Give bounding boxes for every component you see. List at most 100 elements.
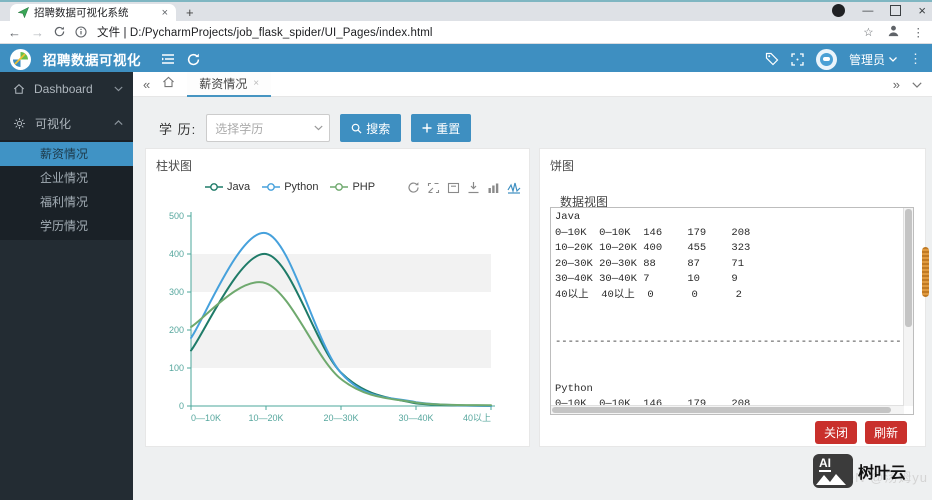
- svg-text:30—40K: 30—40K: [398, 413, 433, 423]
- legend-label: Python: [284, 181, 319, 193]
- dataview-refresh-button[interactable]: 刷新: [864, 421, 907, 444]
- search-button-label: 搜索: [366, 121, 391, 136]
- refresh-icon[interactable]: [187, 53, 200, 66]
- sidebar-submenu: 薪资情况 企业情况 福利情况 学历情况: [0, 140, 133, 240]
- svg-text:500: 500: [169, 211, 184, 221]
- svg-text:100: 100: [169, 363, 184, 373]
- panel-title: 柱状图: [156, 159, 193, 173]
- browser-urlbar: ← → 文件 | D:/PycharmProjects/job_flask_sp…: [0, 21, 932, 44]
- user-menu[interactable]: 管理员: [849, 51, 897, 68]
- browser-menu-icon[interactable]: ⋮: [913, 25, 925, 39]
- maximize-button[interactable]: [890, 5, 902, 16]
- search-button[interactable]: 搜索: [340, 114, 402, 142]
- svg-text:40以上: 40以上: [463, 413, 491, 423]
- fullscreen-icon[interactable]: [791, 52, 804, 66]
- sidebar-submenu-item[interactable]: 福利情况: [0, 190, 133, 214]
- brand-logo-text: AI: [818, 456, 831, 472]
- app-title: 招聘数据可视化: [43, 53, 141, 68]
- browser-tabstrip: 招聘数据可视化系统 × + — ×: [0, 2, 932, 21]
- home-icon: [13, 84, 25, 94]
- forward-icon[interactable]: →: [31, 25, 44, 40]
- svg-text:10—20K: 10—20K: [248, 413, 283, 423]
- page-tabbar: « 薪资情况 × »: [133, 72, 932, 97]
- tag-icon[interactable]: [765, 52, 779, 66]
- education-label: 学 历:: [159, 121, 197, 137]
- back-icon[interactable]: ←: [8, 25, 21, 40]
- home-tab-icon[interactable]: [162, 75, 175, 93]
- restore-icon[interactable]: [407, 181, 420, 194]
- salary-line-chart[interactable]: 0 100 200 300 400 500 0—10K 10—20K 20—30K 30—40K 4…: [152, 199, 522, 437]
- sidebar-submenu-item[interactable]: 学历情况: [0, 214, 133, 238]
- svg-text:20—30K: 20—30K: [323, 413, 358, 423]
- url-text[interactable]: 文件 | D:/PycharmProjects/job_flask_spider…: [97, 24, 853, 40]
- page-tab-label: 薪资情况: [199, 76, 248, 91]
- chart-legend: Java Python PHP: [146, 181, 434, 193]
- tab-close-icon[interactable]: ×: [162, 7, 168, 19]
- reset-button[interactable]: 重置: [411, 114, 472, 142]
- sidebar-submenu-item[interactable]: 薪资情况: [0, 142, 133, 166]
- svg-text:400: 400: [169, 249, 184, 259]
- window-controls: — ×: [832, 3, 926, 18]
- gear-icon: [14, 117, 25, 129]
- legend-item[interactable]: Python: [262, 181, 318, 193]
- chevron-down-icon: [314, 125, 323, 131]
- new-tab-button[interactable]: +: [186, 4, 194, 21]
- header-more-icon[interactable]: ⋮: [909, 51, 922, 67]
- legend-marker-icon: [330, 183, 349, 191]
- chevron-down-icon: [114, 86, 123, 92]
- dataview-hscrollbar[interactable]: [551, 405, 904, 414]
- legend-item[interactable]: Java: [204, 181, 250, 193]
- save-image-icon[interactable]: [467, 181, 480, 194]
- chevron-up-icon: [114, 120, 123, 126]
- app-header: 招聘数据可视化 管理员 ⋮: [0, 44, 932, 74]
- page-tab-salary[interactable]: 薪资情况 ×: [187, 72, 272, 97]
- tabs-scroll-right-icon[interactable]: »: [893, 77, 900, 92]
- legend-item[interactable]: PHP: [330, 181, 375, 193]
- collapse-sidebar-icon[interactable]: [161, 53, 175, 65]
- page-info-icon[interactable]: [75, 25, 87, 39]
- tabs-scroll-left-icon[interactable]: «: [143, 77, 150, 92]
- screen: 招聘数据可视化系统 × + — × ← → 文件 | D:/PycharmPro…: [0, 0, 932, 500]
- reload-icon[interactable]: [54, 25, 65, 40]
- svg-text:300: 300: [169, 287, 184, 297]
- browser-tab[interactable]: 招聘数据可视化系统 ×: [10, 4, 176, 21]
- magic-line-icon[interactable]: [507, 182, 521, 194]
- search-icon: [351, 123, 362, 134]
- close-button[interactable]: ×: [918, 3, 926, 18]
- browser-tab-title: 招聘数据可视化系统: [34, 7, 129, 19]
- panel-title: 饼图: [550, 159, 575, 173]
- data-zoom-icon[interactable]: [427, 182, 440, 194]
- brand-name: 树叶云: [857, 465, 906, 482]
- plus-icon: [422, 123, 432, 133]
- legend-marker-icon: [204, 183, 223, 191]
- browser-update-icon[interactable]: [832, 4, 846, 17]
- bar-chart-panel: 柱状图 Java Python PHP 0 100 200 300 400 500 0—10K 1…: [145, 148, 530, 447]
- legend-marker-icon: [262, 183, 281, 191]
- sidebar-submenu-item[interactable]: 企业情况: [0, 166, 133, 190]
- minimize-button[interactable]: —: [862, 5, 873, 17]
- main-area: « 薪资情况 × » 学 历: 选择学历 搜索 重置 柱状图 Java Pyth…: [133, 72, 932, 500]
- sidebar-item-dashboard[interactable]: Dashboard: [0, 72, 133, 106]
- sidebar-item-visualization[interactable]: 可视化: [0, 106, 133, 140]
- profile-icon[interactable]: [887, 24, 900, 40]
- dataview-vscroll-thumb[interactable]: [905, 209, 912, 327]
- dataview-vscrollbar[interactable]: [903, 208, 913, 406]
- svg-text:0—10K: 0—10K: [191, 413, 221, 423]
- page-scrollbar-thumb[interactable]: [922, 247, 929, 297]
- page-tab-close-icon[interactable]: ×: [253, 78, 259, 89]
- education-select[interactable]: 选择学历: [206, 114, 331, 142]
- dataview-content: Java 0—10K 0—10K 146 179 208 10—20K 10—2…: [555, 211, 908, 414]
- filter-bar: 学 历: 选择学历 搜索 重置: [133, 97, 932, 142]
- magic-bar-icon[interactable]: [487, 182, 500, 194]
- bookmark-star-icon[interactable]: ☆: [863, 25, 873, 39]
- tabs-menu-icon[interactable]: [912, 75, 922, 93]
- dataview-close-button[interactable]: 关闭: [814, 421, 857, 444]
- sidebar-item-label: Dashboard: [34, 82, 93, 96]
- svg-text:200: 200: [169, 325, 184, 335]
- app-logo: [10, 48, 31, 70]
- reset-button-label: 重置: [436, 121, 461, 136]
- dataview-hscroll-thumb[interactable]: [552, 407, 891, 413]
- dataview-textarea[interactable]: Java 0—10K 0—10K 146 179 208 10—20K 10—2…: [550, 207, 914, 415]
- user-avatar[interactable]: [815, 48, 837, 70]
- zoom-reset-icon[interactable]: [447, 182, 460, 194]
